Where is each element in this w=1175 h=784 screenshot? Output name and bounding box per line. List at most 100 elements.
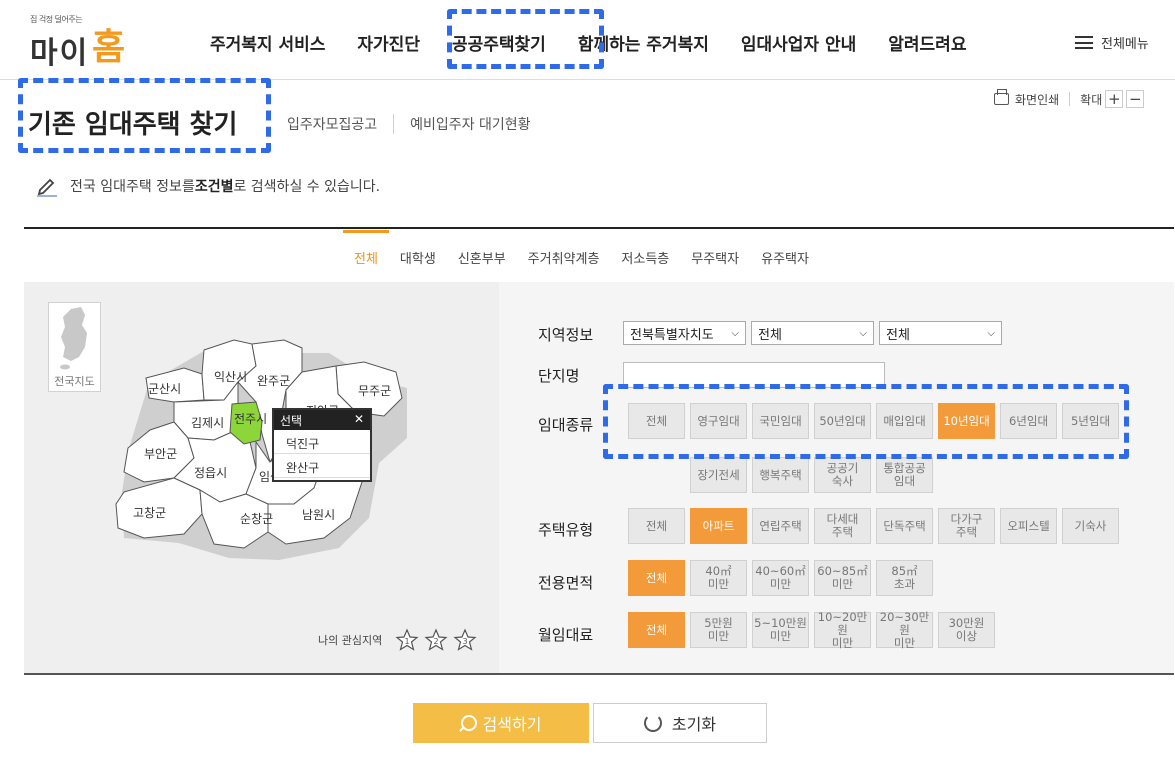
zoom-in-button[interactable]: +: [1105, 90, 1124, 108]
rent-option-over-30[interactable]: 30만원 이상: [938, 612, 995, 648]
label-iksan: 익산시: [214, 370, 248, 384]
favorite-label: 나의 관심지역: [318, 634, 383, 647]
rent-option-20-30[interactable]: 20~30만원 미만: [876, 610, 933, 649]
housing-option-apartment[interactable]: 아파트: [690, 508, 747, 544]
sub-tab-recruitment[interactable]: 입주자모집공고: [287, 114, 393, 134]
tab-students[interactable]: 대학생: [389, 230, 447, 276]
housing-option-detached[interactable]: 단독주택: [876, 508, 933, 544]
city-select[interactable]: 전체 ⌵: [751, 321, 874, 345]
label-wanju: 완주군: [257, 374, 291, 388]
rent-option-all[interactable]: 전체: [628, 612, 685, 648]
page-tools: 화면인쇄 확대 + −: [994, 89, 1145, 108]
star-icon-2[interactable]: 2: [424, 628, 448, 652]
housing-option-row-house[interactable]: 연립주택: [752, 508, 809, 544]
label-muju: 무주군: [358, 384, 392, 398]
label-jeongeup: 정읍시: [194, 466, 228, 480]
search-icon: [460, 715, 477, 731]
main-nav: 주거복지 서비스 자가진단 공공주택찾기 함께하는 주거복지 임대사업자 안내 …: [210, 30, 998, 59]
close-icon[interactable]: ✕: [354, 412, 364, 428]
all-menu-label: 전체메뉴: [1101, 37, 1149, 52]
highlight-rental-type-row: [603, 384, 1129, 459]
all-menu-button[interactable]: 전체메뉴: [1075, 33, 1149, 52]
description-pre: 전국 임대주택 정보를: [70, 179, 195, 195]
pencil-icon: [37, 178, 57, 197]
tab-low-income[interactable]: 저소득층: [610, 230, 680, 276]
housing-option-multi-family[interactable]: 다가구 주택: [938, 508, 995, 544]
tab-vulnerable[interactable]: 주거취약계층: [517, 230, 611, 276]
label-sunchang: 순창군: [240, 512, 274, 526]
nav-landlord-guide[interactable]: 임대사업자 안내: [741, 30, 856, 55]
label-buan: 부안군: [144, 447, 178, 461]
chevron-down-icon: ⌵: [987, 327, 995, 339]
rental-option-long-term[interactable]: 장기전세: [690, 457, 747, 493]
star-number: 3: [463, 637, 468, 646]
area-option-under-40[interactable]: 40㎡ 미만: [690, 560, 747, 596]
rental-option-happy-housing[interactable]: 행복주택: [752, 457, 809, 493]
highlight-page-title: [18, 78, 271, 153]
nav-housing-welfare[interactable]: 주거복지 서비스: [210, 30, 325, 55]
rent-option-10-20[interactable]: 10~20만원 미만: [814, 610, 871, 649]
content-bottom-border: [24, 673, 1174, 675]
area-option-60-85[interactable]: 60~85㎡ 미만: [814, 560, 871, 596]
sub-tabs: 입주자모집공고 예비입주자 대기현황: [287, 114, 547, 134]
search-button[interactable]: 검색하기: [413, 703, 589, 743]
housing-option-all[interactable]: 전체: [628, 508, 685, 544]
chevron-down-icon: ⌵: [731, 327, 739, 339]
nav-self-diagnosis[interactable]: 자가진단: [357, 30, 420, 55]
tools-separator: [1069, 92, 1071, 106]
rental-option-integrated[interactable]: 통합공공 임대: [876, 457, 933, 493]
housing-option-multiplex[interactable]: 다세대 주택: [814, 508, 871, 544]
complex-name-label: 단지명: [538, 367, 580, 385]
label-gochang: 고창군: [133, 506, 167, 520]
reset-button[interactable]: 초기화: [593, 703, 767, 743]
zoom-label: 확대: [1080, 92, 1103, 107]
housing-option-dormitory[interactable]: 기숙사: [1062, 508, 1119, 544]
content-top-border: [24, 227, 1174, 229]
search-button-label: 검색하기: [482, 715, 542, 734]
tab-all[interactable]: 전체: [343, 230, 389, 276]
district-popup: 선택 ✕ 덕진구 완산구: [272, 408, 372, 482]
rent-option-under-5[interactable]: 5만원 미만: [690, 612, 747, 648]
tab-newlyweds[interactable]: 신혼부부: [447, 230, 517, 276]
popup-item-deokjin[interactable]: 덕진구: [274, 430, 370, 454]
refresh-icon: [643, 714, 662, 732]
label-gimje: 김제시: [191, 416, 225, 430]
area-option-over-85[interactable]: 85㎡ 초과: [876, 560, 933, 596]
region-label: 지역정보: [538, 326, 594, 344]
popup-item-wansan[interactable]: 완산구: [274, 454, 370, 478]
description-bold: 조건별: [194, 179, 234, 195]
rent-label: 월임대료: [538, 626, 594, 644]
rent-option-5-10[interactable]: 5~10만원 미만: [752, 612, 809, 648]
site-logo[interactable]: 집 걱정 덜어주는 마이 홈: [30, 14, 130, 71]
hamburger-icon: [1075, 36, 1093, 49]
logo-home: 홈: [92, 27, 126, 68]
tab-homeless[interactable]: 무주택자: [680, 230, 750, 276]
print-icon: [994, 89, 1009, 105]
zoom-out-button[interactable]: −: [1126, 90, 1145, 108]
map-panel: 전국지도 군산시 익산시 완주군 무주군 김제시 전주시 진안군 부안군 정읍시…: [24, 282, 499, 674]
province-select[interactable]: 전북특별자치도 ⌵: [623, 321, 746, 345]
sub-tab-waiting-status[interactable]: 예비입주자 대기현황: [393, 114, 546, 134]
popup-title: 선택: [280, 414, 303, 428]
rental-option-public-dorm[interactable]: 공공기 숙사: [814, 457, 871, 493]
area-option-all[interactable]: 전체: [628, 560, 685, 596]
reset-button-label: 초기화: [671, 715, 717, 734]
district-select[interactable]: 전체 ⌵: [879, 321, 1002, 345]
print-button[interactable]: 화면인쇄: [1015, 91, 1059, 108]
city-select-value: 전체: [758, 327, 782, 343]
star-icon-1[interactable]: 1: [395, 628, 419, 652]
province-select-value: 전북특별자치도: [630, 327, 714, 343]
page-description: 전국 임대주택 정보를 조건별 로 검색하실 수 있습니다.: [36, 175, 380, 197]
star-number: 2: [434, 637, 439, 646]
district-select-value: 전체: [886, 327, 910, 343]
highlight-public-housing-nav: [447, 9, 604, 69]
tab-homeowners[interactable]: 유주택자: [750, 230, 820, 276]
star-icon-3[interactable]: 3: [453, 628, 477, 652]
target-tabs: 전체 대학생 신혼부부 주거취약계층 저소득층 무주택자 유주택자: [343, 230, 820, 276]
area-option-40-60[interactable]: 40~60㎡ 미만: [752, 560, 809, 596]
housing-option-officetel[interactable]: 오피스텔: [1000, 508, 1057, 544]
area-label: 전용면적: [538, 574, 594, 592]
label-namwon: 남원시: [302, 508, 336, 522]
nav-notices[interactable]: 알려드려요: [888, 30, 966, 55]
label-gunsan: 군산시: [148, 382, 182, 396]
